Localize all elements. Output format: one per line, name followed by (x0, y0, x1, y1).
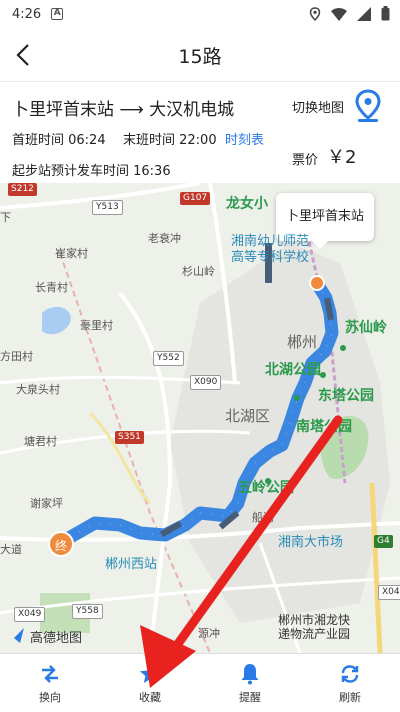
road-badge-g4: G4 (374, 535, 393, 548)
location-icon (309, 6, 321, 21)
status-bar: 4:26 A (0, 0, 400, 28)
map-label-chenzhou-west: 郴州西站 (105, 557, 158, 572)
status-icons (309, 6, 390, 21)
reminder-label: 提醒 (239, 690, 261, 704)
map-label-chuanwan: 船湾 (252, 511, 274, 524)
map-label-xiejiaping: 谢家坪 (30, 497, 63, 510)
road-badge-y558: Y558 (72, 604, 103, 619)
road-badge-s351: S351 (115, 431, 144, 444)
map-label-logistics-2: 递物流产业园 (278, 627, 351, 641)
price-label: 票价 (292, 153, 319, 168)
swap-icon (42, 664, 58, 683)
map-label-yuanchong: 源冲 (198, 627, 220, 640)
map-label-chenzhou: 郴州 (287, 333, 318, 351)
amap-logo-text: 高德地图 (30, 631, 83, 646)
route-direction: 卜里坪首末站 ⟶ 大汉机电城 (12, 100, 235, 120)
road-badge-y513: Y513 (92, 200, 123, 215)
map-label-nanta-park: 南塔公园 (296, 419, 352, 435)
bell-icon (241, 663, 259, 684)
refresh-icon (341, 664, 359, 683)
switch-map-button[interactable]: 切换地图 (292, 97, 344, 116)
swap-direction-button[interactable]: 换向 (0, 654, 100, 712)
page-title: 15路 (178, 46, 222, 68)
map-label-daquantoucun: 大泉头村 (16, 383, 60, 396)
map-label-beihu-park: 北湖公园 (265, 362, 321, 378)
map-label-beihu-district: 北湖区 (225, 407, 271, 425)
road-badge-x047: X047 (378, 585, 400, 600)
map-label-shanshanling: 杉山岭 (182, 265, 215, 278)
map-label-dadao: 大道 (0, 543, 22, 556)
map-label-tangjucun: 塘君村 (24, 435, 57, 448)
swap-label: 换向 (39, 690, 61, 704)
route-info-panel: 卜里坪首末站 ⟶ 大汉机电城 首班时间 06:24 末班时间 22:00 时刻表… (0, 83, 400, 183)
timetable-link[interactable]: 时刻表 (225, 129, 264, 148)
map-label-haolicun: 豪里村 (80, 319, 113, 332)
road-badge-g107: G107 (180, 192, 211, 205)
map-label-laojingchong: 老衰冲 (148, 232, 181, 245)
road-badge-x049: X049 (14, 607, 46, 622)
favorite-label: 收藏 (139, 690, 161, 704)
road-badge-y552: Y552 (153, 351, 184, 366)
map-label-gaodeng-school: 高等专科学校 (231, 250, 310, 265)
map-label-wuling-park: 五岭公园 (238, 480, 294, 496)
map-label-suxianling: 苏仙岭 (345, 320, 387, 336)
map-label-xiangnan-market: 湘南大市场 (278, 535, 344, 550)
favorite-button[interactable]: 收藏 (100, 654, 200, 712)
signal-icon (357, 6, 371, 21)
bottom-nav: 换向 收藏 提醒 刷新 (0, 653, 400, 712)
map-pin-icon[interactable] (354, 89, 382, 123)
refresh-label: 刷新 (339, 690, 361, 704)
terminal-badge: 终 (48, 531, 74, 557)
refresh-button[interactable]: 刷新 (300, 654, 400, 712)
notification-a-icon: A (51, 8, 64, 20)
reminder-button[interactable]: 提醒 (200, 654, 300, 712)
map-label-cuijiacun: 崔家村 (55, 247, 88, 260)
route-map[interactable]: 卜里坪首末站 终 龙女小 湘南幼儿师范 高等专科学校 苏仙岭 郴州 北湖公园 东… (0, 183, 400, 653)
map-label-fangtiancun: 方田村 (0, 350, 33, 363)
road-badge-s212: S212 (8, 183, 37, 196)
last-bus-time: 末班时间 22:00 (123, 133, 217, 148)
departure-estimate: 起步站预计发车时间 16:36 (12, 164, 171, 179)
title-bar: 15路 (0, 28, 400, 82)
map-label-xiahe: 下 (0, 211, 11, 224)
map-label-changqingcun: 长青村 (35, 281, 68, 294)
first-bus-time: 首班时间 06:24 (12, 133, 106, 148)
amap-logo: 高德地图 (12, 627, 82, 646)
road-badge-x090: X090 (190, 375, 222, 390)
price-value: ￥2 (327, 147, 357, 168)
map-label-longnv: 龙女小 (226, 196, 268, 212)
wifi-icon (331, 7, 347, 21)
status-time: 4:26 (12, 6, 42, 22)
map-label-dongta-park: 东塔公园 (318, 388, 374, 404)
star-icon (140, 663, 160, 683)
battery-icon (381, 6, 390, 21)
